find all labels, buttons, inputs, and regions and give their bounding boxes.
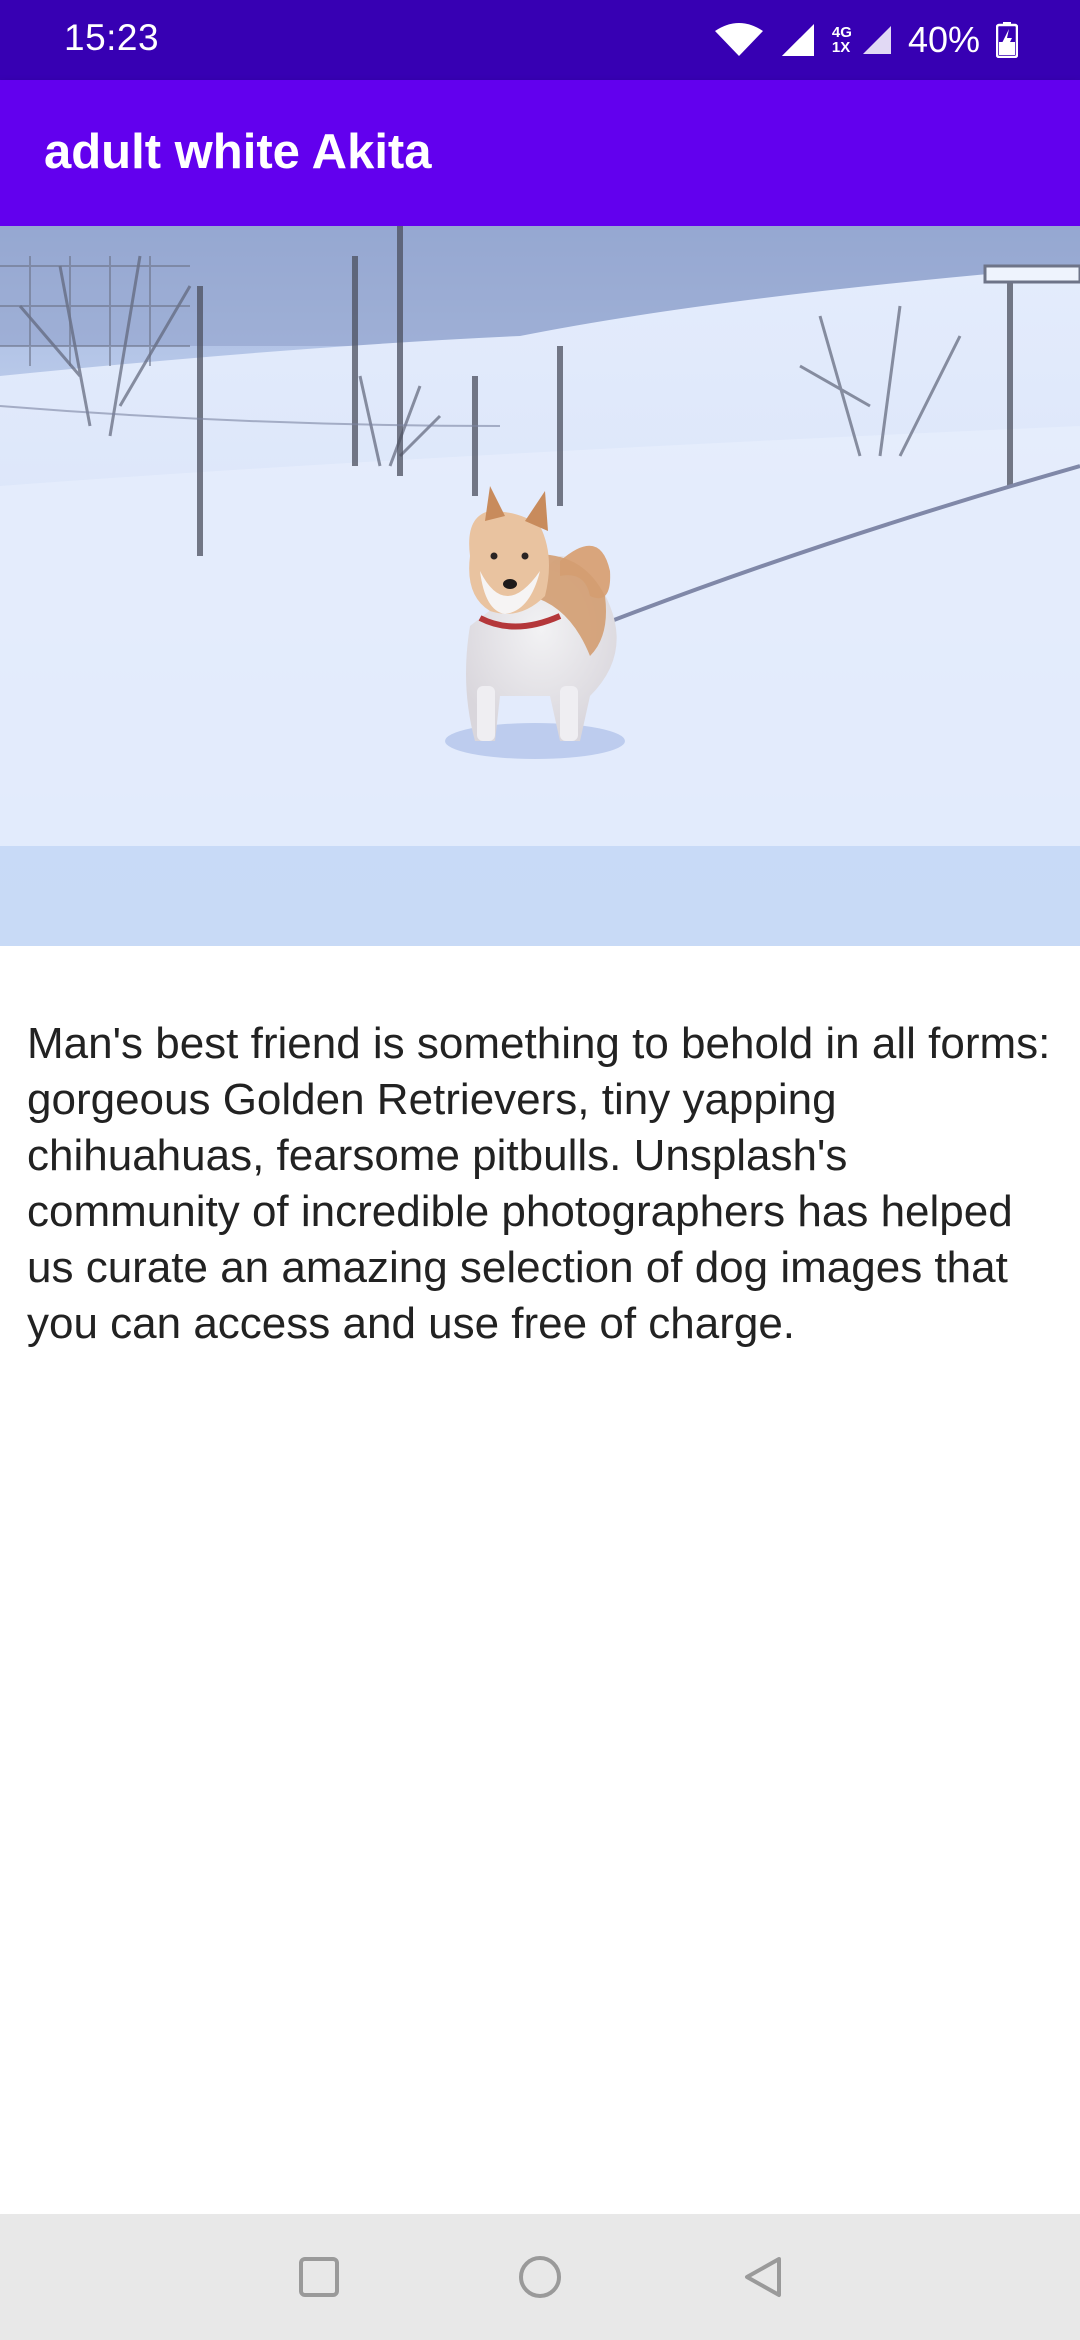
network-type-bottom: 1X <box>831 39 851 56</box>
navigation-bar <box>0 2214 1080 2340</box>
battery-charging-icon <box>996 22 1018 58</box>
wifi-icon <box>714 23 764 57</box>
cell-signal-icon <box>780 23 816 57</box>
description-text: Man's best friend is something to behold… <box>27 1019 1051 1348</box>
network-type-label: 4G 1X <box>832 25 852 55</box>
status-icons: 4G 1X 40% <box>714 16 1018 64</box>
back-button[interactable] <box>730 2244 796 2310</box>
recents-button[interactable] <box>286 2244 352 2310</box>
status-bar: 15:23 4G 1X 40% <box>0 0 1080 80</box>
square-icon <box>299 2257 339 2297</box>
battery-percent: 40% <box>907 19 980 60</box>
circle-icon <box>519 2256 561 2298</box>
home-button[interactable] <box>507 2244 573 2310</box>
app-bar: adult white Akita <box>0 80 1080 226</box>
network-type-top: 4G <box>831 24 852 41</box>
status-time: 15:23 <box>64 17 160 58</box>
page-title: adult white Akita <box>44 125 432 179</box>
cell-signal-2-icon <box>862 25 892 55</box>
dog-photo <box>0 226 1080 946</box>
back-triangle-icon <box>745 2257 781 2297</box>
